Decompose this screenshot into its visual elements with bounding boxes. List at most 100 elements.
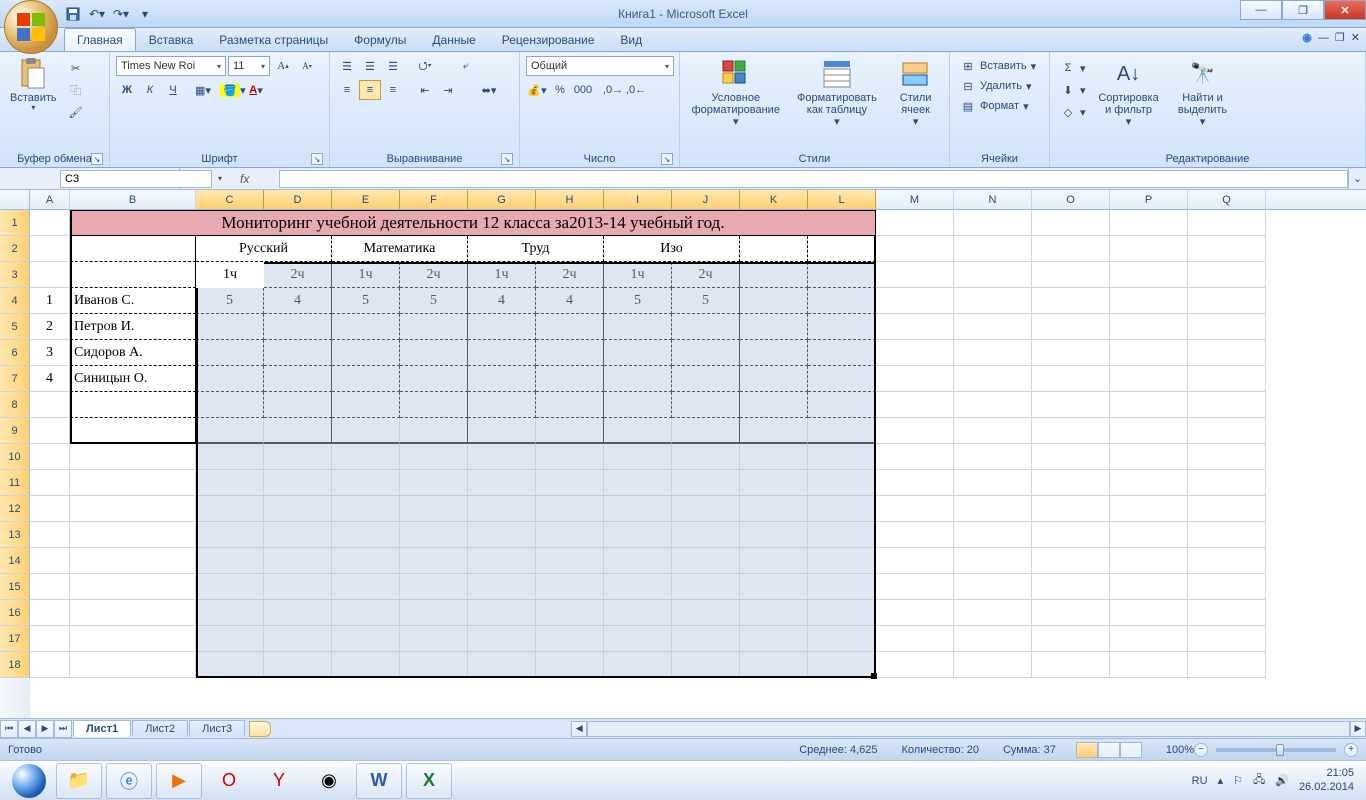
tab-page-layout[interactable]: Разметка страницы xyxy=(206,28,341,51)
cell[interactable] xyxy=(536,522,604,548)
cell[interactable] xyxy=(740,522,808,548)
cell[interactable] xyxy=(808,496,876,522)
cell[interactable] xyxy=(808,340,876,366)
font-launcher-icon[interactable]: ↘ xyxy=(311,153,323,165)
cell[interactable] xyxy=(808,392,876,418)
percent-icon[interactable]: % xyxy=(549,80,571,100)
cell[interactable] xyxy=(808,262,876,288)
cell[interactable] xyxy=(604,522,672,548)
cell[interactable] xyxy=(1110,522,1188,548)
cell[interactable] xyxy=(30,262,70,288)
cell[interactable] xyxy=(808,418,876,444)
cell[interactable] xyxy=(332,574,400,600)
sort-filter-button[interactable]: A↓ Сортировка и фильтр▾ xyxy=(1094,56,1164,151)
cell[interactable] xyxy=(30,470,70,496)
cell[interactable] xyxy=(954,574,1032,600)
cell[interactable] xyxy=(536,496,604,522)
cell[interactable] xyxy=(400,548,468,574)
cell[interactable] xyxy=(1188,262,1266,288)
col-header-F[interactable]: F xyxy=(400,190,468,209)
cell[interactable]: 5 xyxy=(400,288,468,314)
tab-data[interactable]: Данные xyxy=(419,28,488,51)
cell[interactable]: 5 xyxy=(604,288,672,314)
cell[interactable] xyxy=(30,626,70,652)
cell[interactable] xyxy=(954,210,1032,236)
cell[interactable] xyxy=(1032,574,1110,600)
comma-icon[interactable]: 000 xyxy=(572,80,594,100)
cell[interactable] xyxy=(1110,574,1188,600)
cell[interactable] xyxy=(70,444,196,470)
cell[interactable] xyxy=(332,444,400,470)
row-header-2[interactable]: 2 xyxy=(0,236,30,262)
cell[interactable] xyxy=(808,626,876,652)
cell[interactable] xyxy=(954,366,1032,392)
cell[interactable] xyxy=(196,522,264,548)
cell[interactable] xyxy=(672,418,740,444)
cell[interactable] xyxy=(536,652,604,678)
tab-formulas[interactable]: Формулы xyxy=(341,28,419,51)
cell[interactable] xyxy=(70,652,196,678)
cell[interactable] xyxy=(468,444,536,470)
col-header-B[interactable]: B xyxy=(70,190,196,209)
cell[interactable] xyxy=(264,366,332,392)
cell[interactable] xyxy=(264,392,332,418)
cell[interactable]: 1ч xyxy=(468,262,536,288)
cell[interactable] xyxy=(740,392,808,418)
cell[interactable] xyxy=(332,600,400,626)
number-launcher-icon[interactable]: ↘ xyxy=(661,153,673,165)
orientation-icon[interactable]: ⭯▾ xyxy=(414,56,436,76)
cell[interactable] xyxy=(1188,236,1266,262)
row-header-9[interactable]: 9 xyxy=(0,418,30,444)
cell[interactable] xyxy=(30,574,70,600)
cell[interactable] xyxy=(1032,626,1110,652)
cell[interactable] xyxy=(876,652,954,678)
cell[interactable] xyxy=(400,418,468,444)
autosum-button[interactable]: Σ▾ xyxy=(1056,58,1090,78)
format-cells-button[interactable]: ▤Формат ▾ xyxy=(956,96,1043,116)
cell[interactable] xyxy=(196,470,264,496)
cell[interactable] xyxy=(264,340,332,366)
grow-font-icon[interactable]: A▴ xyxy=(272,56,294,76)
cell[interactable] xyxy=(876,210,954,236)
align-bottom-icon[interactable]: ☰ xyxy=(382,56,404,76)
cell[interactable] xyxy=(30,548,70,574)
cell[interactable] xyxy=(468,600,536,626)
cell[interactable]: 1 xyxy=(30,288,70,314)
tab-view[interactable]: Вид xyxy=(607,28,655,51)
cell[interactable] xyxy=(332,366,400,392)
sheet-tab-3[interactable]: Лист3 xyxy=(189,720,245,737)
cell[interactable] xyxy=(808,288,876,314)
cell[interactable] xyxy=(70,262,196,288)
cell[interactable] xyxy=(808,314,876,340)
cell[interactable] xyxy=(1110,470,1188,496)
cell[interactable] xyxy=(672,392,740,418)
paste-button[interactable]: Вставить▾ xyxy=(6,56,61,151)
font-color-icon[interactable]: A▾ xyxy=(245,80,267,100)
cell[interactable] xyxy=(400,496,468,522)
cell[interactable] xyxy=(1032,392,1110,418)
cell[interactable] xyxy=(808,236,876,262)
zoom-percent[interactable]: 100% xyxy=(1166,744,1194,756)
cell[interactable] xyxy=(70,626,196,652)
cell[interactable] xyxy=(264,600,332,626)
cell[interactable] xyxy=(1110,418,1188,444)
cell[interactable] xyxy=(536,600,604,626)
cell[interactable] xyxy=(30,444,70,470)
cell[interactable] xyxy=(1032,262,1110,288)
cell[interactable] xyxy=(876,288,954,314)
col-header-I[interactable]: I xyxy=(604,190,672,209)
cell[interactable]: Математика xyxy=(332,236,468,262)
cell[interactable] xyxy=(1188,522,1266,548)
cell[interactable]: 4 xyxy=(536,288,604,314)
row-header-3[interactable]: 3 xyxy=(0,262,30,288)
col-header-N[interactable]: N xyxy=(954,190,1032,209)
cell[interactable] xyxy=(1032,366,1110,392)
number-format-combo[interactable]: Общий▾ xyxy=(526,56,674,76)
cell[interactable] xyxy=(1032,236,1110,262)
zoom-slider[interactable] xyxy=(1216,748,1336,752)
cell[interactable] xyxy=(196,496,264,522)
row-header-11[interactable]: 11 xyxy=(0,470,30,496)
cell[interactable]: 5 xyxy=(332,288,400,314)
cell[interactable] xyxy=(468,470,536,496)
underline-button[interactable]: Ч xyxy=(162,80,184,100)
